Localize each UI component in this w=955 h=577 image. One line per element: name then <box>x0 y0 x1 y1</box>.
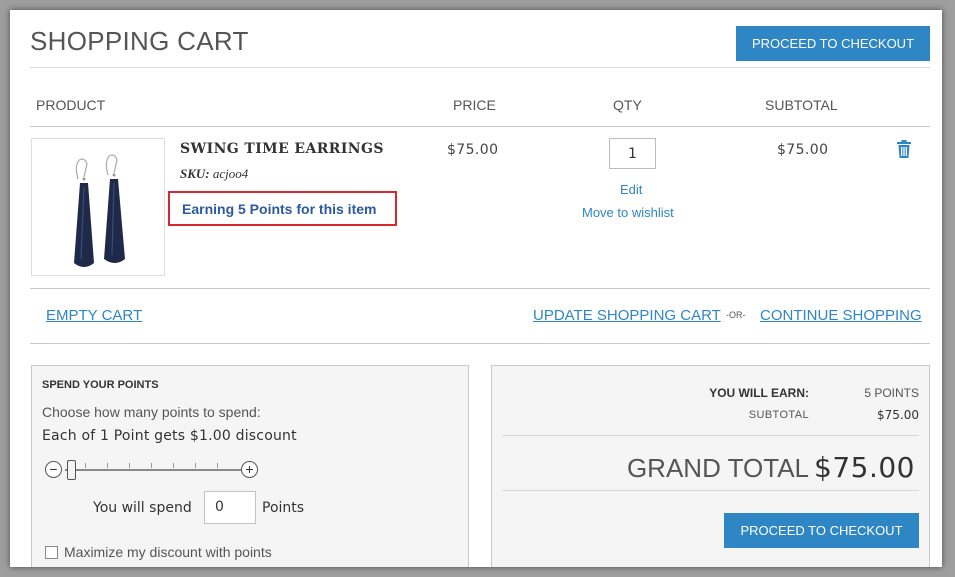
points-rate: Each of 1 Point gets $1.00 discount <box>42 428 297 444</box>
product-price: $75.00 <box>447 142 499 158</box>
update-shopping-cart-link[interactable]: UPDATE SHOPPING CART <box>533 307 721 324</box>
earring-right <box>104 179 125 263</box>
product-sku: SKU: acjoo4 <box>180 166 248 182</box>
spend-label: You will spend <box>93 500 192 516</box>
points-unit-label: Points <box>262 500 305 516</box>
maximize-discount-label[interactable]: Maximize my discount with points <box>64 544 272 560</box>
points-to-spend-input[interactable]: 0 <box>204 491 256 524</box>
slider-tick <box>173 463 174 468</box>
spend-points-question: Choose how many points to spend: <box>42 404 261 420</box>
spend-points-title: SPEND YOUR POINTS <box>42 379 159 391</box>
proceed-to-checkout-button-top[interactable]: PROCEED TO CHECKOUT <box>736 26 930 61</box>
proceed-to-checkout-button-bottom[interactable]: PROCEED TO CHECKOUT <box>724 513 919 548</box>
or-separator: -OR- <box>726 310 746 320</box>
column-header-product: PRODUCT <box>36 97 106 113</box>
quantity-input[interactable]: 1 <box>609 138 656 169</box>
move-to-wishlist-link[interactable]: Move to wishlist <box>582 205 674 220</box>
divider <box>30 126 930 127</box>
cart-page: SHOPPING CART PROCEED TO CHECKOUT PRODUC… <box>10 10 942 567</box>
column-header-qty: QTY <box>613 97 642 113</box>
grand-total-label: GRAND TOTAL <box>626 453 809 483</box>
plus-icon[interactable]: + <box>241 461 258 478</box>
slider-tick <box>85 463 86 468</box>
spend-points-panel: SPEND YOUR POINTS Choose how many points… <box>31 365 469 567</box>
subtotal-label: SUBTOTAL <box>748 409 809 421</box>
points-slider[interactable]: − + <box>45 458 260 482</box>
continue-shopping-link[interactable]: CONTINUE SHOPPING <box>760 307 922 324</box>
slider-tick <box>217 463 218 468</box>
edit-link[interactable]: Edit <box>620 182 642 197</box>
earning-points-callout: Earning 5 Points for this item <box>168 191 397 226</box>
product-subtotal: $75.00 <box>777 142 829 158</box>
subtotal-value: $75.00 <box>877 408 919 422</box>
page-title: SHOPPING CART <box>30 26 249 56</box>
divider <box>30 288 930 289</box>
totals-panel: YOU WILL EARN: 5 POINTS SUBTOTAL $75.00 … <box>491 365 930 567</box>
slider-tick <box>195 463 196 468</box>
slider-handle[interactable] <box>67 460 76 480</box>
divider <box>502 435 919 436</box>
slider-track[interactable] <box>65 463 241 471</box>
divider <box>30 67 930 68</box>
column-header-subtotal: SUBTOTAL <box>765 97 838 113</box>
column-header-price: PRICE <box>453 97 496 113</box>
divider <box>30 343 930 344</box>
minus-icon[interactable]: − <box>45 461 62 478</box>
grand-total-value: $75.00 <box>814 451 915 484</box>
slider-tick <box>129 463 130 468</box>
slider-tick <box>107 463 108 468</box>
you-will-earn-label: YOU WILL EARN: <box>709 386 809 400</box>
product-image[interactable] <box>31 138 165 276</box>
sku-label: SKU: <box>180 166 210 181</box>
empty-cart-link[interactable]: EMPTY CART <box>46 307 142 324</box>
product-name[interactable]: SWING TIME EARRINGS <box>180 141 384 157</box>
earrings-image <box>74 154 125 267</box>
trash-icon[interactable] <box>896 140 912 158</box>
slider-tick <box>151 463 152 468</box>
maximize-discount-checkbox[interactable] <box>45 546 58 559</box>
you-will-earn-value: 5 POINTS <box>864 386 919 400</box>
sku-value: acjoo4 <box>212 166 249 181</box>
divider <box>502 490 919 491</box>
